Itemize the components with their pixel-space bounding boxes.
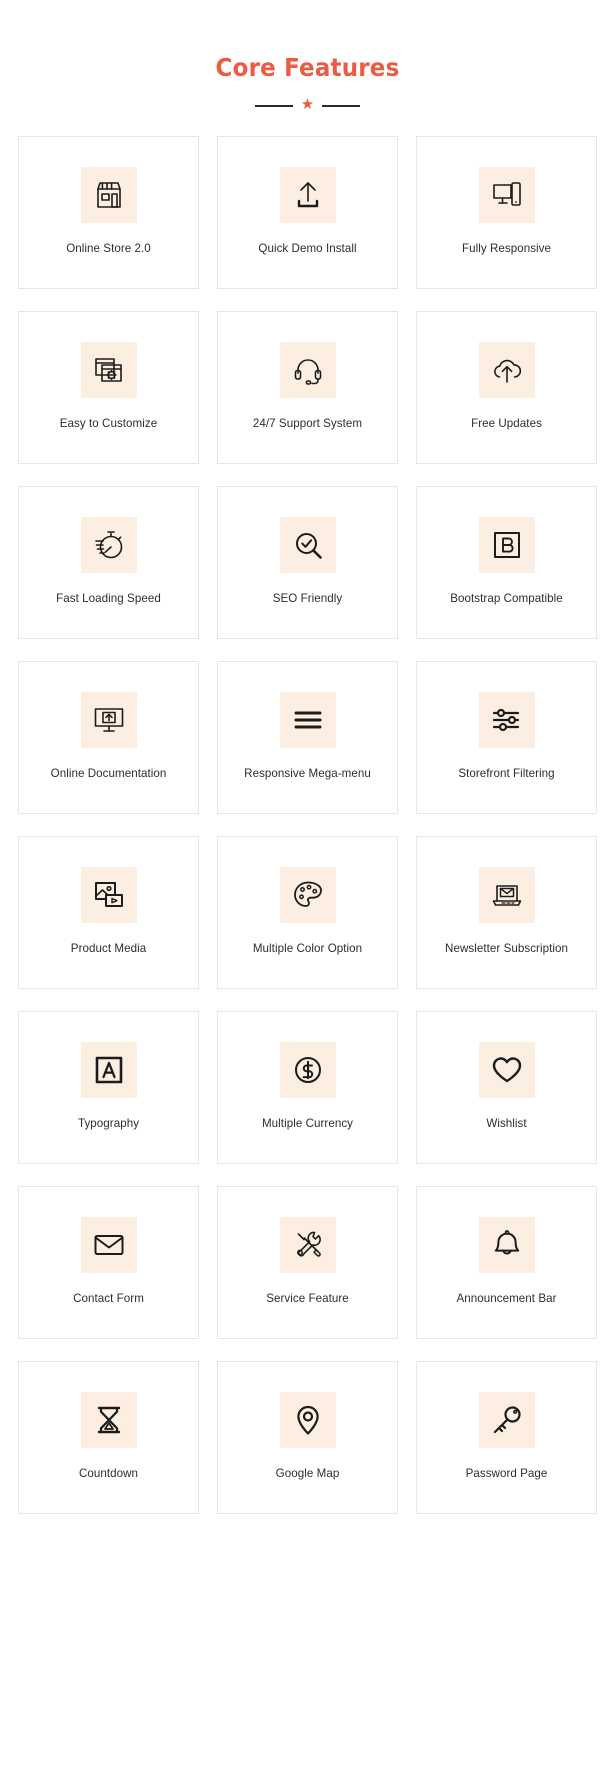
laptop-mail-icon — [478, 867, 535, 924]
feature-card[interactable]: Countdown — [18, 1360, 199, 1514]
wrench-screwdriver-icon — [279, 1217, 336, 1274]
feature-label: Newsletter Subscription — [445, 942, 568, 956]
divider-line-right — [322, 104, 361, 107]
browser-settings-icon — [80, 342, 137, 399]
feature-label: Service Feature — [266, 1292, 349, 1306]
envelope-icon — [80, 1217, 137, 1274]
letter-a-box-icon — [80, 1042, 137, 1099]
title-divider: ★ — [243, 96, 373, 114]
heart-icon — [478, 1042, 535, 1099]
feature-label: Quick Demo Install — [258, 242, 357, 256]
feature-label: Product Media — [70, 942, 147, 956]
feature-card[interactable]: Google Map — [217, 1360, 398, 1514]
feature-label: 24/7 Support System — [252, 417, 363, 431]
palette-icon — [279, 867, 336, 924]
map-pin-icon — [279, 1392, 336, 1449]
feature-label: Multiple Color Option — [252, 942, 363, 956]
feature-card[interactable]: Typography — [18, 1010, 199, 1164]
image-video-icon — [80, 867, 137, 924]
feature-card[interactable]: Online Documentation — [18, 660, 199, 814]
feature-label: Free Updates — [471, 417, 542, 431]
feature-card[interactable]: Storefront Filtering — [416, 660, 597, 814]
feature-label: Wishlist — [486, 1117, 527, 1131]
feature-card[interactable]: Multiple Color Option — [217, 835, 398, 989]
hourglass-icon — [80, 1392, 137, 1449]
section-header: Core Features ★ — [0, 0, 615, 114]
feature-label: Fully Responsive — [461, 242, 552, 256]
feature-label: Countdown — [78, 1467, 139, 1481]
feature-label: Multiple Currency — [261, 1117, 354, 1131]
features-grid: Online Store 2.0 Quick Demo Install Fully … — [0, 114, 615, 1514]
feature-card[interactable]: Announcement Bar — [416, 1185, 597, 1339]
feature-label: Storefront Filtering — [458, 767, 555, 781]
feature-label: Online Store 2.0 — [66, 242, 151, 256]
feature-card[interactable]: Service Feature — [217, 1185, 398, 1339]
feature-card[interactable]: Fast Loading Speed — [18, 485, 199, 639]
feature-card[interactable]: Quick Demo Install — [217, 135, 398, 289]
feature-label: Bootstrap Compatible — [450, 592, 563, 606]
feature-card[interactable]: Responsive Mega-menu — [217, 660, 398, 814]
feature-label: Google Map — [275, 1467, 340, 1481]
storefront-icon — [80, 167, 137, 224]
feature-card[interactable]: Easy to Customize — [18, 310, 199, 464]
stopwatch-icon — [80, 517, 137, 574]
dollar-circle-icon — [279, 1042, 336, 1099]
feature-card[interactable]: Contact Form — [18, 1185, 199, 1339]
hamburger-menu-icon — [279, 692, 336, 749]
feature-label: Announcement Bar — [456, 1292, 557, 1306]
feature-card[interactable]: Multiple Currency — [217, 1010, 398, 1164]
upload-tray-icon — [279, 167, 336, 224]
features-page: Core Features ★ Online Store 2.0 Quick De… — [0, 0, 615, 1782]
feature-card[interactable]: Free Updates — [416, 310, 597, 464]
feature-card[interactable]: 24/7 Support System — [217, 310, 398, 464]
key-icon — [478, 1392, 535, 1449]
bell-icon — [478, 1217, 535, 1274]
sliders-filter-icon — [478, 692, 535, 749]
feature-label: Online Documentation — [50, 767, 167, 781]
feature-label: Easy to Customize — [59, 417, 158, 431]
monitor-upload-icon — [80, 692, 137, 749]
feature-card[interactable]: Password Page — [416, 1360, 597, 1514]
bootstrap-b-icon — [478, 517, 535, 574]
feature-card[interactable]: Product Media — [18, 835, 199, 989]
feature-label: Contact Form — [73, 1292, 144, 1306]
divider-line-left — [254, 104, 293, 107]
cloud-upload-icon — [478, 342, 535, 399]
magnifier-check-icon — [279, 517, 336, 574]
feature-label: SEO Friendly — [272, 592, 343, 606]
feature-label: Fast Loading Speed — [56, 592, 161, 606]
feature-card[interactable]: Newsletter Subscription — [416, 835, 597, 989]
feature-card[interactable]: SEO Friendly — [217, 485, 398, 639]
feature-card[interactable]: Wishlist — [416, 1010, 597, 1164]
star-icon: ★ — [300, 96, 315, 113]
feature-card[interactable]: Fully Responsive — [416, 135, 597, 289]
feature-label: Password Page — [465, 1467, 548, 1481]
feature-label: Responsive Mega-menu — [244, 767, 371, 781]
feature-card[interactable]: Bootstrap Compatible — [416, 485, 597, 639]
page-title: Core Features — [215, 53, 400, 82]
headset-icon — [279, 342, 336, 399]
desktop-mobile-icon — [478, 167, 535, 224]
feature-card[interactable]: Online Store 2.0 — [18, 135, 199, 289]
feature-label: Typography — [77, 1117, 140, 1131]
